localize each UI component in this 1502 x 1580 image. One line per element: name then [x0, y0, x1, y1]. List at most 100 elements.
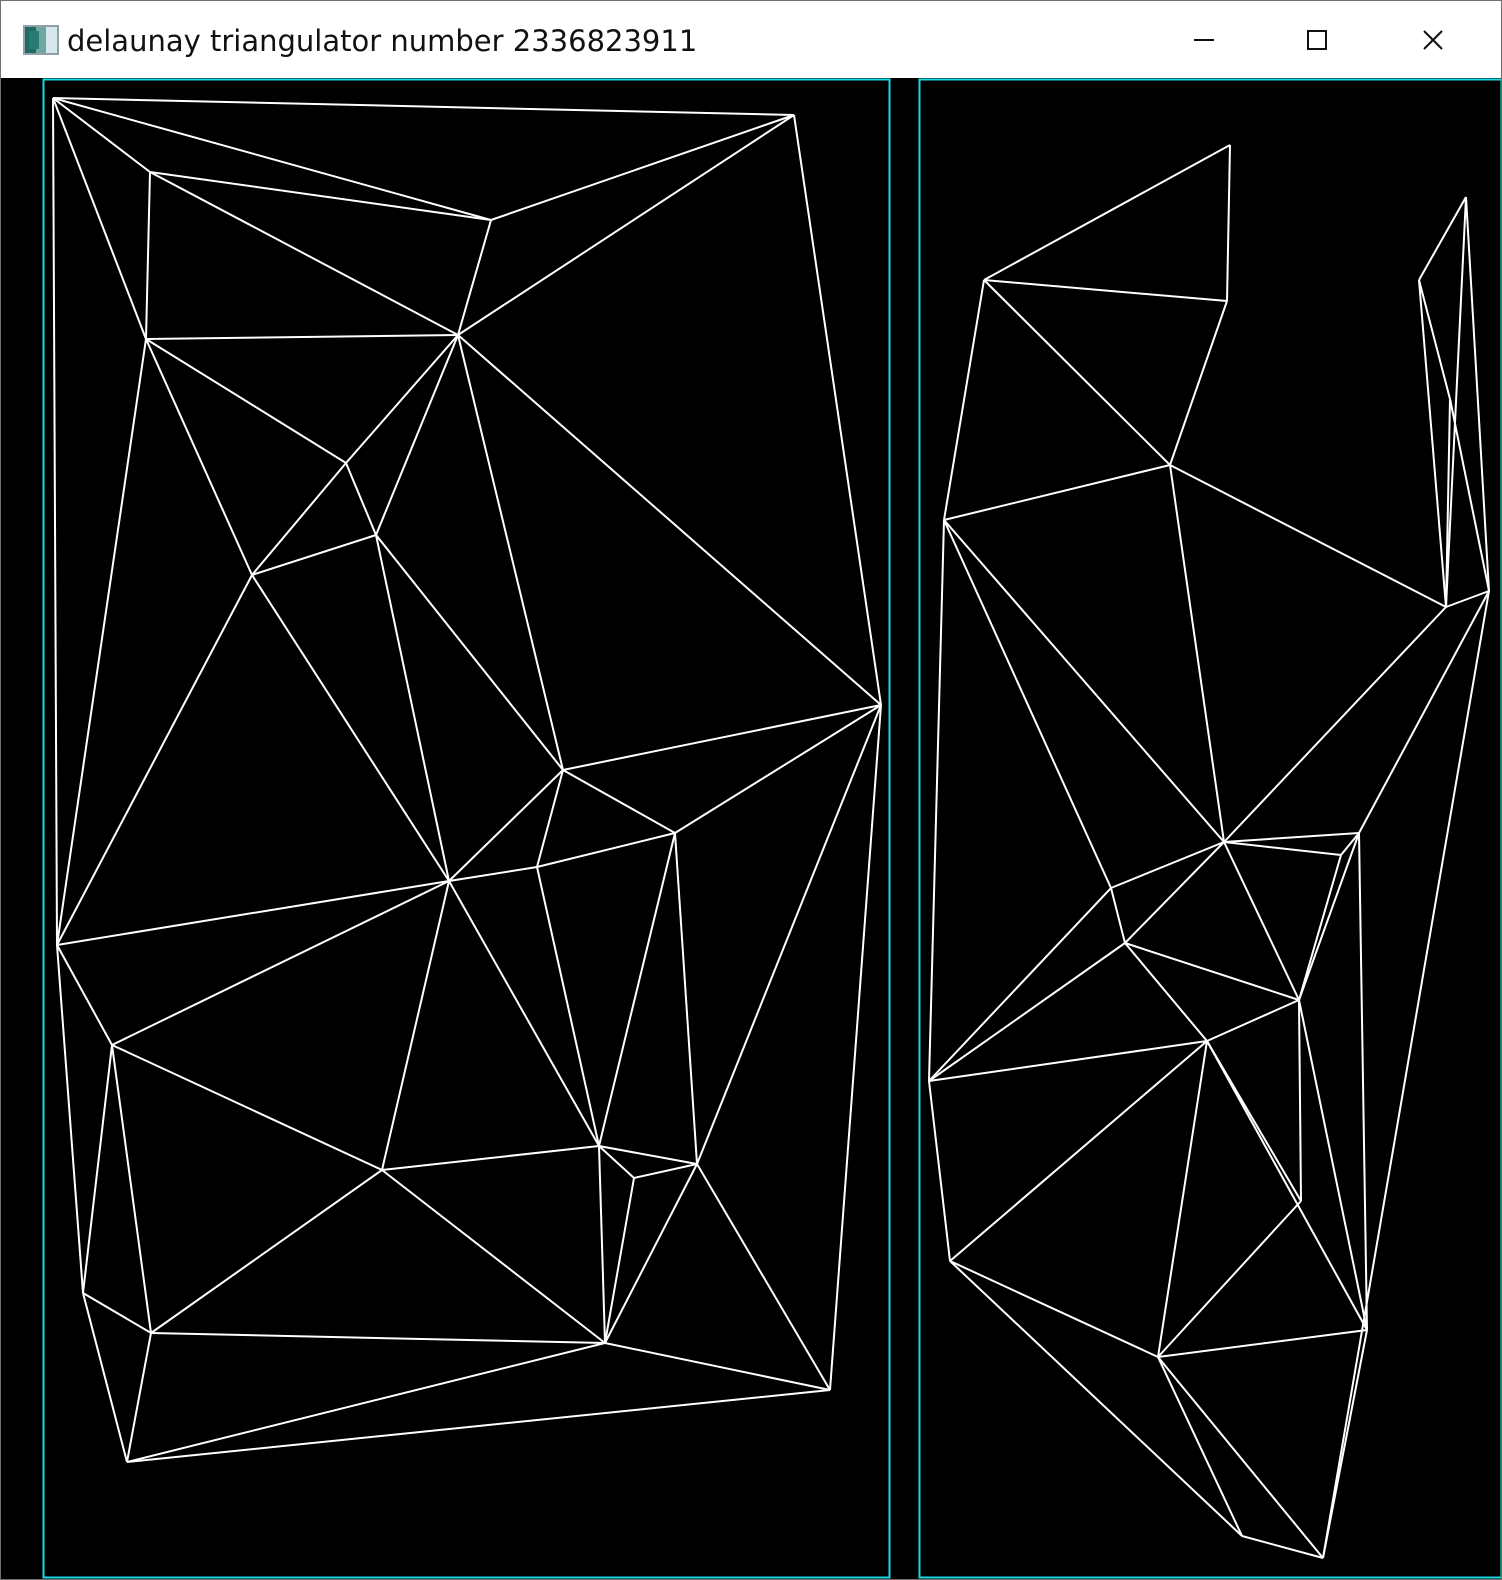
drawing-canvas[interactable]	[1, 78, 1501, 1579]
left-edge-15	[457, 334, 882, 706]
right-edge-26	[1124, 841, 1225, 944]
right-edge-8	[1169, 464, 1225, 843]
right-edge-35	[928, 942, 1126, 1082]
left-edge-13	[345, 334, 459, 464]
left-edge-47	[111, 1044, 152, 1334]
left-edge-22	[251, 534, 377, 576]
right-edge-9	[943, 519, 1225, 843]
close-button[interactable]	[1377, 1, 1489, 78]
left-edge-17	[145, 338, 347, 464]
right-edge-0	[983, 144, 1231, 281]
right-edge-40	[949, 1040, 1208, 1262]
left-edge-34	[536, 832, 676, 868]
left-edge-31	[562, 769, 676, 834]
left-edge-27	[562, 704, 882, 771]
right-edge-50	[1157, 1356, 1324, 1559]
right-edge-38	[1298, 999, 1368, 1331]
left-edge-62	[604, 1342, 831, 1391]
right-edge-1	[1226, 144, 1231, 302]
left-edge-33	[536, 769, 564, 868]
left-edge-40	[381, 880, 450, 1171]
left-edge-39	[111, 880, 450, 1046]
left-edge-36	[598, 832, 676, 1147]
left-edge-2	[52, 97, 492, 221]
left-edge-44	[56, 944, 84, 1294]
right-edge-49	[1157, 1356, 1243, 1537]
right-panel-frame	[918, 78, 1501, 1579]
application-icon	[23, 25, 59, 55]
left-edge-10	[145, 171, 151, 340]
left-edge-60	[150, 1332, 606, 1344]
right-edge-52	[1358, 832, 1368, 1331]
left-edge-45	[111, 1044, 383, 1171]
right-edge-37	[1298, 999, 1302, 1202]
left-edge-61	[126, 1332, 152, 1463]
left-edge-35	[674, 832, 698, 1165]
right-edge-53	[1241, 1535, 1324, 1559]
left-edge-64	[126, 1389, 831, 1463]
left-edge-23	[375, 534, 450, 882]
left-edge-41	[448, 880, 600, 1147]
left-edge-29	[696, 704, 882, 1165]
maximize-button[interactable]	[1261, 1, 1373, 78]
minimize-icon	[1194, 38, 1214, 41]
right-edge-27	[1223, 841, 1300, 1001]
left-edge-4	[52, 97, 58, 946]
right-edge-3	[983, 279, 1171, 466]
left-edge-8	[149, 171, 492, 221]
left-edge-46	[82, 1044, 113, 1294]
right-edge-24	[1223, 841, 1342, 856]
triangulation-canvas[interactable]	[1, 78, 1501, 1579]
left-edge-57	[696, 1163, 831, 1391]
left-edge-21	[251, 462, 347, 576]
left-edge-9	[149, 171, 459, 336]
left-edge-7	[793, 114, 882, 706]
right-edge-7	[1169, 464, 1447, 608]
left-edge-59	[82, 1292, 128, 1463]
right-edge-36	[1206, 999, 1300, 1042]
right-edge-4	[1169, 300, 1228, 466]
right-edge-11	[928, 519, 945, 1082]
left-edge-12	[145, 334, 459, 340]
left-edge-5	[490, 114, 795, 221]
close-icon	[1423, 29, 1443, 50]
right-edge-21	[1358, 590, 1490, 834]
left-edge-54	[633, 1163, 698, 1179]
minimize-button[interactable]	[1148, 1, 1260, 78]
left-edge-20	[345, 462, 377, 536]
left-triangulation	[52, 97, 882, 1463]
left-edge-18	[145, 338, 253, 576]
left-edge-26	[251, 574, 450, 882]
right-edge-44	[928, 1080, 951, 1262]
right-edge-6	[943, 464, 1171, 521]
left-edge-55	[604, 1177, 635, 1344]
left-edge-25	[56, 574, 253, 946]
right-edge-5	[943, 279, 985, 521]
right-edge-32	[928, 887, 1112, 1082]
right-edge-20	[1223, 606, 1447, 843]
right-edge-23	[1223, 832, 1360, 843]
left-edge-42	[536, 866, 600, 1147]
left-edge-38	[56, 880, 450, 946]
right-edge-39	[928, 1040, 1208, 1082]
title-bar[interactable]: delaunay triangulator number 2336823911	[1, 1, 1501, 78]
right-edge-43	[1206, 1040, 1368, 1331]
left-edge-6	[457, 114, 795, 336]
right-edge-33	[1124, 942, 1300, 1001]
right-edge-2	[983, 279, 1228, 302]
right-triangulation	[928, 144, 1490, 1559]
right-edge-28	[1340, 832, 1360, 856]
left-edge-63	[126, 1342, 606, 1463]
left-edge-43	[56, 944, 113, 1046]
left-edge-0	[52, 97, 795, 116]
left-edge-53	[598, 1145, 606, 1344]
left-edge-50	[381, 1169, 606, 1344]
right-edge-10	[943, 519, 1112, 889]
right-edge-48	[1157, 1329, 1368, 1358]
left-edge-19	[56, 338, 147, 946]
left-edge-14	[375, 334, 459, 536]
left-edge-48	[381, 1145, 600, 1171]
right-edge-41	[1157, 1040, 1208, 1358]
right-edge-12	[1418, 196, 1467, 281]
right-edge-22	[1322, 590, 1490, 1559]
